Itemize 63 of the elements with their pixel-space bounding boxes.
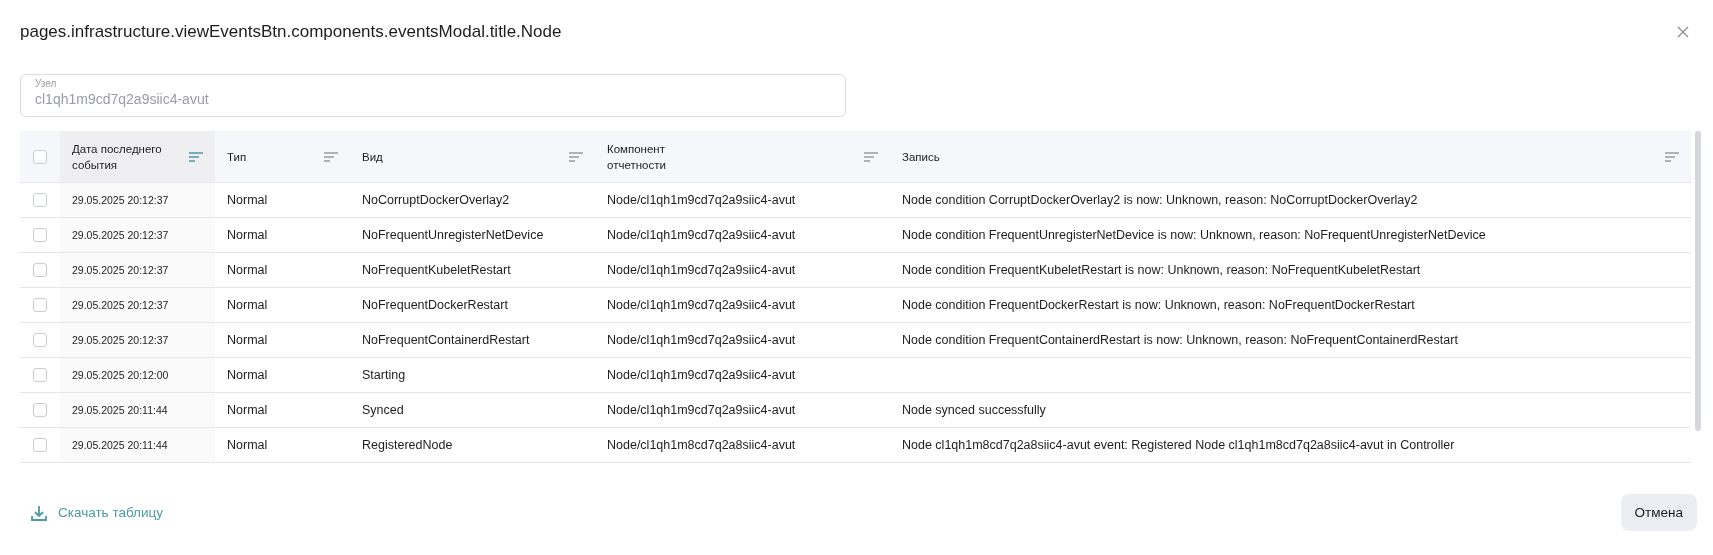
column-header[interactable]: Запись bbox=[902, 148, 940, 165]
table-cell: Node cl1qh1m8cd7q2a8siic4-avut event: Registered Node cl1qh1m8cd7q2a8siic4-avut in Controller bbox=[902, 438, 1455, 452]
row-checkbox[interactable] bbox=[33, 438, 47, 452]
table-cell: Node condition FrequentKubeletRestart is now: Unknown, reason: NoFrequentKubeletRestart bbox=[902, 263, 1421, 277]
table-cell: 29.05.2025 20:12:00 bbox=[72, 369, 169, 381]
table-cell: Node/cl1qh1m9cd7q2a9siic4-avut bbox=[607, 403, 796, 417]
table-cell: NoFrequentContainerdRestart bbox=[362, 333, 530, 347]
table-cell: 29.05.2025 20:12:37 bbox=[72, 299, 169, 311]
table-cell: Normal bbox=[227, 368, 268, 382]
table-cell: Normal bbox=[227, 438, 268, 452]
table-cell: Node/cl1qh1m9cd7q2a9siic4-avut bbox=[607, 368, 796, 382]
row-checkbox[interactable] bbox=[33, 368, 47, 382]
table-cell: Node/cl1qh1m9cd7q2a9siic4-avut bbox=[607, 333, 796, 347]
select-all-checkbox[interactable] bbox=[33, 149, 47, 164]
table-cell: Node synced successfully bbox=[902, 403, 1046, 417]
field-value: cl1qh1m9cd7q2a9siic4-avut bbox=[35, 91, 210, 107]
table-cell: RegisteredNode bbox=[362, 438, 453, 452]
sort-icon[interactable] bbox=[569, 151, 583, 162]
table-cell: Node/cl1qh1m9cd7q2a9siic4-avut bbox=[607, 193, 796, 207]
close-icon[interactable] bbox=[1677, 26, 1689, 38]
cancel-button[interactable]: Отмена bbox=[1620, 494, 1697, 531]
table-cell: Node/cl1qh1m9cd7q2a9siic4-avut bbox=[607, 228, 796, 242]
table-cell: Normal bbox=[227, 193, 268, 207]
table-cell: Node/cl1qh1m8cd7q2a8siic4-avut bbox=[607, 438, 796, 452]
table-cell: NoCorruptDockerOverlay2 bbox=[362, 193, 510, 207]
row-checkbox[interactable] bbox=[33, 403, 47, 417]
row-checkbox[interactable] bbox=[33, 298, 47, 312]
table-cell: Normal bbox=[227, 228, 268, 242]
column-header[interactable]: Компонент отчетности bbox=[607, 140, 717, 173]
table-cell: Node condition FrequentContainerdRestart is now: Unknown, reason: NoFrequentContainerdRestart bbox=[902, 333, 1458, 347]
table-cell: NoFrequentUnregisterNetDevice bbox=[362, 228, 544, 242]
table-cell: 29.05.2025 20:11:44 bbox=[72, 439, 168, 451]
table-cell: Node condition FrequentDockerRestart is now: Unknown, reason: NoFrequentDockerRestart bbox=[902, 298, 1415, 312]
download-icon bbox=[30, 503, 48, 522]
row-checkbox[interactable] bbox=[33, 333, 47, 347]
column-header[interactable]: Вид bbox=[362, 148, 383, 165]
table-cell: Normal bbox=[227, 403, 268, 417]
table-cell: 29.05.2025 20:12:37 bbox=[72, 264, 169, 276]
table-cell: 29.05.2025 20:12:37 bbox=[72, 194, 169, 206]
table-cell: NoFrequentKubeletRestart bbox=[362, 263, 511, 277]
table-cell: Node condition FrequentUnregisterNetDevice is now: Unknown, reason: NoFrequentUnregisterNetDevice bbox=[902, 228, 1486, 242]
table-cell: 29.05.2025 20:11:44 bbox=[72, 404, 168, 416]
sort-icon[interactable] bbox=[324, 151, 338, 162]
sort-icon[interactable] bbox=[1665, 151, 1679, 162]
table-cell: Node/cl1qh1m9cd7q2a9siic4-avut bbox=[607, 263, 796, 277]
table-cell: NoFrequentDockerRestart bbox=[362, 298, 508, 312]
row-checkbox[interactable] bbox=[33, 228, 47, 242]
table-cell: Node condition CorruptDockerOverlay2 is now: Unknown, reason: NoCorruptDockerOverlay2 bbox=[902, 193, 1418, 207]
field-label: Узел bbox=[35, 78, 58, 89]
table-cell: 29.05.2025 20:12:37 bbox=[72, 334, 169, 346]
sort-icon[interactable] bbox=[864, 151, 878, 162]
dialog-title: pages.infrastructure.viewEventsBtn.components.eventsModal.title.Node bbox=[20, 22, 562, 42]
table-cell: 29.05.2025 20:12:37 bbox=[72, 229, 169, 241]
row-checkbox[interactable] bbox=[33, 263, 47, 277]
row-checkbox[interactable] bbox=[33, 193, 47, 207]
sort-icon[interactable] bbox=[189, 151, 203, 162]
table-cell: Synced bbox=[362, 403, 404, 417]
table-cell: Normal bbox=[227, 263, 268, 277]
column-header[interactable]: Тип bbox=[227, 148, 247, 165]
table-cell: Starting bbox=[362, 368, 406, 382]
table-cell: Node/cl1qh1m9cd7q2a9siic4-avut bbox=[607, 298, 796, 312]
table-cell: Normal bbox=[227, 333, 268, 347]
table-cell: Normal bbox=[227, 298, 268, 312]
